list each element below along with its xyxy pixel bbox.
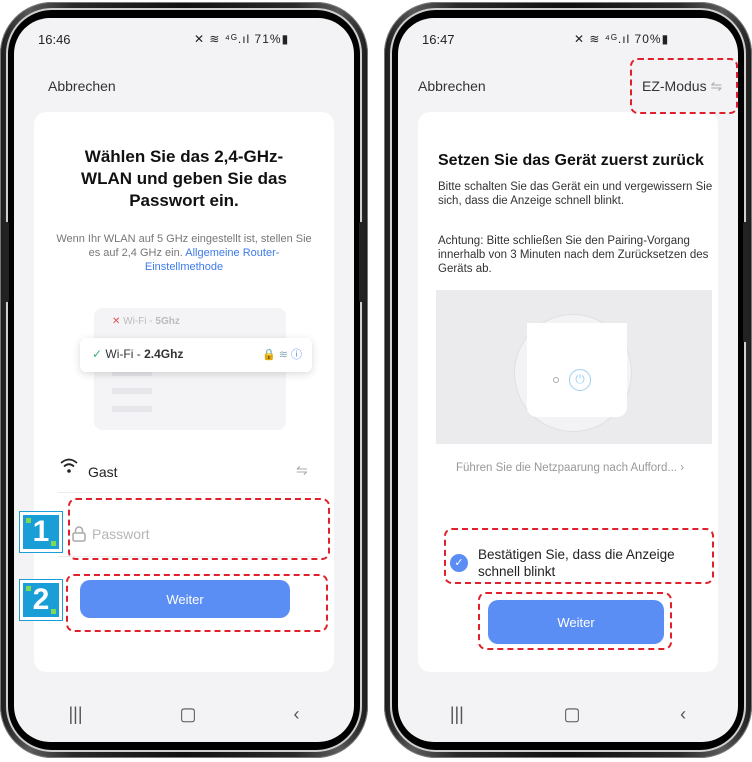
step-1-badge: 1	[20, 512, 62, 552]
wifi-5g-prefix: Wi-Fi -	[123, 316, 156, 327]
x-mark-icon: ✕	[112, 316, 121, 327]
page-title: Wählen Sie das 2,4-GHz-WLAN und geben Si…	[81, 147, 287, 210]
back-icon[interactable]: ‹	[680, 704, 686, 725]
pairing-guide-link[interactable]: Führen Sie die Netzpaarung nach Aufford.…	[456, 462, 716, 474]
chevron-right-icon: ›	[680, 462, 685, 474]
cancel-button[interactable]: Abbrechen	[418, 78, 486, 94]
wifi-5g-band: 5Ghz	[155, 316, 180, 327]
back-icon[interactable]: ‹	[294, 704, 300, 725]
page-title: Setzen Sie das Gerät zuerst zurück	[438, 152, 704, 169]
wifi-24g-band: 2.4Ghz	[144, 347, 184, 361]
switch-network-icon[interactable]: ⇋	[296, 462, 308, 479]
button-highlight	[66, 574, 328, 632]
divider	[58, 492, 320, 493]
side-key	[743, 222, 748, 342]
home-icon[interactable]: ▢	[563, 704, 580, 725]
status-icons: ✕ ≋ ⁴ᴳ.ıl 71%▮	[194, 32, 290, 46]
confirm-highlight	[444, 528, 714, 584]
left-phone-screen: 16:46 ✕ ≋ ⁴ᴳ.ıl 71%▮ Abbrechen Wählen Si…	[14, 18, 354, 742]
right-nav-bar: ||| ▢ ‹	[400, 688, 736, 740]
left-phone-frame: 16:46 ✕ ≋ ⁴ᴳ.ıl 71%▮ Abbrechen Wählen Si…	[0, 2, 368, 758]
ez-mode-highlight	[630, 58, 738, 114]
device-circle: ⏻	[514, 314, 632, 432]
button-highlight	[478, 592, 672, 650]
device-illustration: ⏻	[436, 290, 712, 444]
placeholder-bar	[112, 406, 152, 412]
status-bar: 16:47 ✕ ≋ ⁴ᴳ.ıl 70%▮	[398, 18, 738, 52]
check-icon: ✓	[92, 347, 103, 361]
network-name: Gast	[88, 464, 118, 480]
led-indicator	[553, 377, 559, 383]
wifi-5g-row: ✕ Wi-Fi - 5Ghz	[112, 316, 180, 327]
status-time: 16:46	[38, 32, 71, 47]
wifi-24g-prefix: Wi-Fi -	[105, 347, 145, 361]
password-highlight	[68, 498, 330, 560]
status-bar: 16:46 ✕ ≋ ⁴ᴳ.ıl 71%▮	[14, 18, 354, 52]
status-icons: ✕ ≋ ⁴ᴳ.ıl 70%▮	[574, 32, 670, 46]
left-nav-bar: ||| ▢ ‹	[20, 688, 348, 740]
recent-apps-icon[interactable]: |||	[450, 704, 464, 725]
home-icon[interactable]: ▢	[180, 704, 197, 725]
cancel-button[interactable]: Abbrechen	[48, 78, 116, 94]
wifi-icon	[60, 458, 78, 479]
pairing-guide-label: Führen Sie die Netzpaarung nach Aufford.…	[456, 462, 677, 474]
info-text: Wenn Ihr WLAN auf 5 GHz eingestellt ist,…	[50, 232, 318, 274]
placeholder-bar	[112, 388, 152, 394]
step-2-badge: 2	[20, 580, 62, 620]
power-button-icon: ⏻	[569, 369, 591, 391]
status-time: 16:47	[422, 32, 455, 47]
side-key	[4, 222, 9, 302]
instruction-text-1: Bitte schalten Sie das Gerät ein und ver…	[438, 181, 713, 207]
wifi-24g-row: ✓ Wi-Fi - 2.4Ghz 🔒 ≋ ⓘ	[80, 338, 312, 372]
recent-apps-icon[interactable]: |||	[68, 704, 82, 725]
instruction-text-2: Achtung: Bitte schließen Sie den Pairing…	[438, 235, 709, 275]
side-key	[359, 222, 364, 302]
lock-wifi-info-icon: 🔒 ≋ ⓘ	[261, 349, 302, 361]
